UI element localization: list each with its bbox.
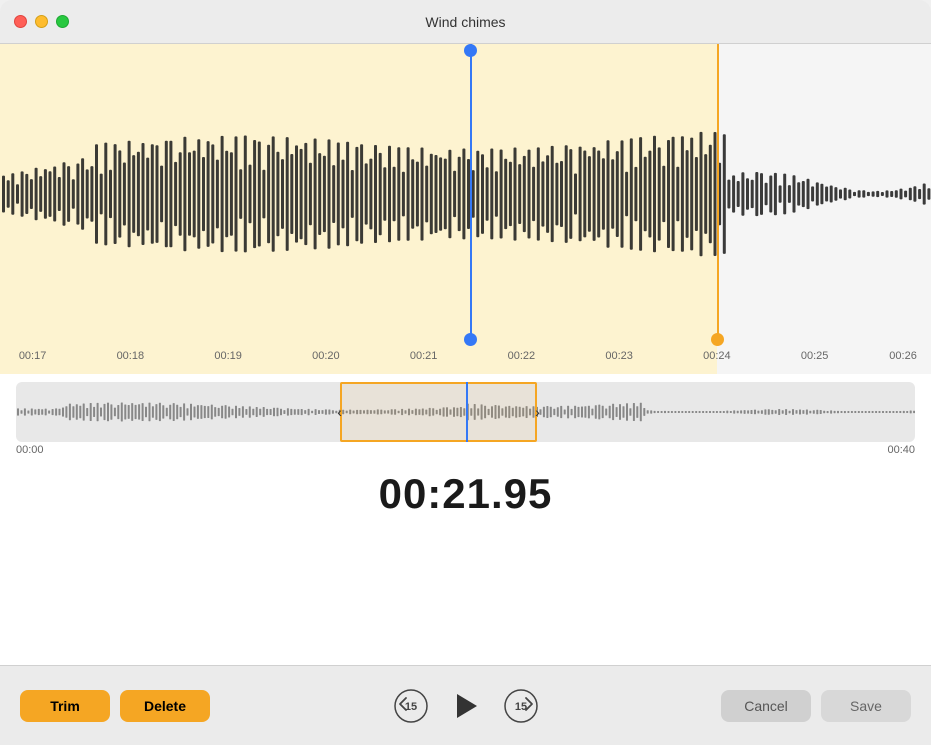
play-icon xyxy=(457,694,477,718)
playhead-line[interactable] xyxy=(470,44,472,344)
bottom-bar: Trim Delete 15 15 xyxy=(0,665,931,745)
bottom-center-controls: 15 15 xyxy=(393,687,539,725)
mini-selection-region[interactable] xyxy=(340,382,538,442)
time-ruler-labels: 00:17 00:18 00:19 00:20 00:21 00:22 00:2… xyxy=(0,344,931,374)
time-label-4: 00:21 xyxy=(410,350,438,362)
forward-button[interactable]: 15 xyxy=(503,688,539,724)
time-label-8: 00:25 xyxy=(801,350,829,362)
delete-button[interactable]: Delete xyxy=(120,690,210,722)
mini-waveform-container[interactable]: ‹ › xyxy=(16,382,915,442)
time-ruler: 00:17 00:18 00:19 00:20 00:21 00:22 00:2… xyxy=(0,344,931,374)
mini-time-start: 00:00 xyxy=(16,444,44,456)
svg-text:15: 15 xyxy=(404,701,416,713)
cancel-button[interactable]: Cancel xyxy=(721,690,811,722)
mini-playhead[interactable] xyxy=(466,382,468,442)
trim-marker-line[interactable] xyxy=(717,44,719,344)
mini-time-row: 00:00 00:40 xyxy=(16,442,915,456)
minimize-button[interactable] xyxy=(35,15,48,28)
time-label-5: 00:22 xyxy=(508,350,536,362)
time-label-7: 00:24 xyxy=(703,350,731,362)
window-title: Wind chimes xyxy=(425,14,505,30)
time-label-9: 00:26 xyxy=(889,350,917,362)
close-button[interactable] xyxy=(14,15,27,28)
time-label-3: 00:20 xyxy=(312,350,340,362)
titlebar: Wind chimes xyxy=(0,0,931,44)
main-content: 00:17 00:18 00:19 00:20 00:21 00:22 00:2… xyxy=(0,44,931,745)
rewind-icon: 15 xyxy=(393,688,429,724)
time-label-1: 00:18 xyxy=(117,350,145,362)
trim-button[interactable]: Trim xyxy=(20,690,110,722)
trim-marker-handle[interactable] xyxy=(711,333,724,346)
current-time-display: 00:21.95 xyxy=(0,460,931,524)
svg-text:15: 15 xyxy=(514,701,526,713)
rewind-button[interactable]: 15 xyxy=(393,688,429,724)
save-button[interactable]: Save xyxy=(821,690,911,722)
time-label-0: 00:17 xyxy=(19,350,47,362)
forward-icon: 15 xyxy=(503,688,539,724)
bottom-left-controls: Trim Delete xyxy=(20,690,210,722)
time-label-6: 00:23 xyxy=(605,350,633,362)
play-button[interactable] xyxy=(447,687,485,725)
waveform-area[interactable]: 00:17 00:18 00:19 00:20 00:21 00:22 00:2… xyxy=(0,44,931,374)
mini-waveform-section: ‹ › 00:00 00:40 xyxy=(0,374,931,460)
mini-time-end: 00:40 xyxy=(887,444,915,456)
window-controls xyxy=(14,15,69,28)
bottom-right-controls: Cancel Save xyxy=(721,690,911,722)
time-label-2: 00:19 xyxy=(214,350,242,362)
mini-handle-right[interactable]: › xyxy=(527,401,547,423)
mini-handle-left[interactable]: ‹ xyxy=(330,401,350,423)
maximize-button[interactable] xyxy=(56,15,69,28)
waveform-visualization xyxy=(0,44,931,344)
